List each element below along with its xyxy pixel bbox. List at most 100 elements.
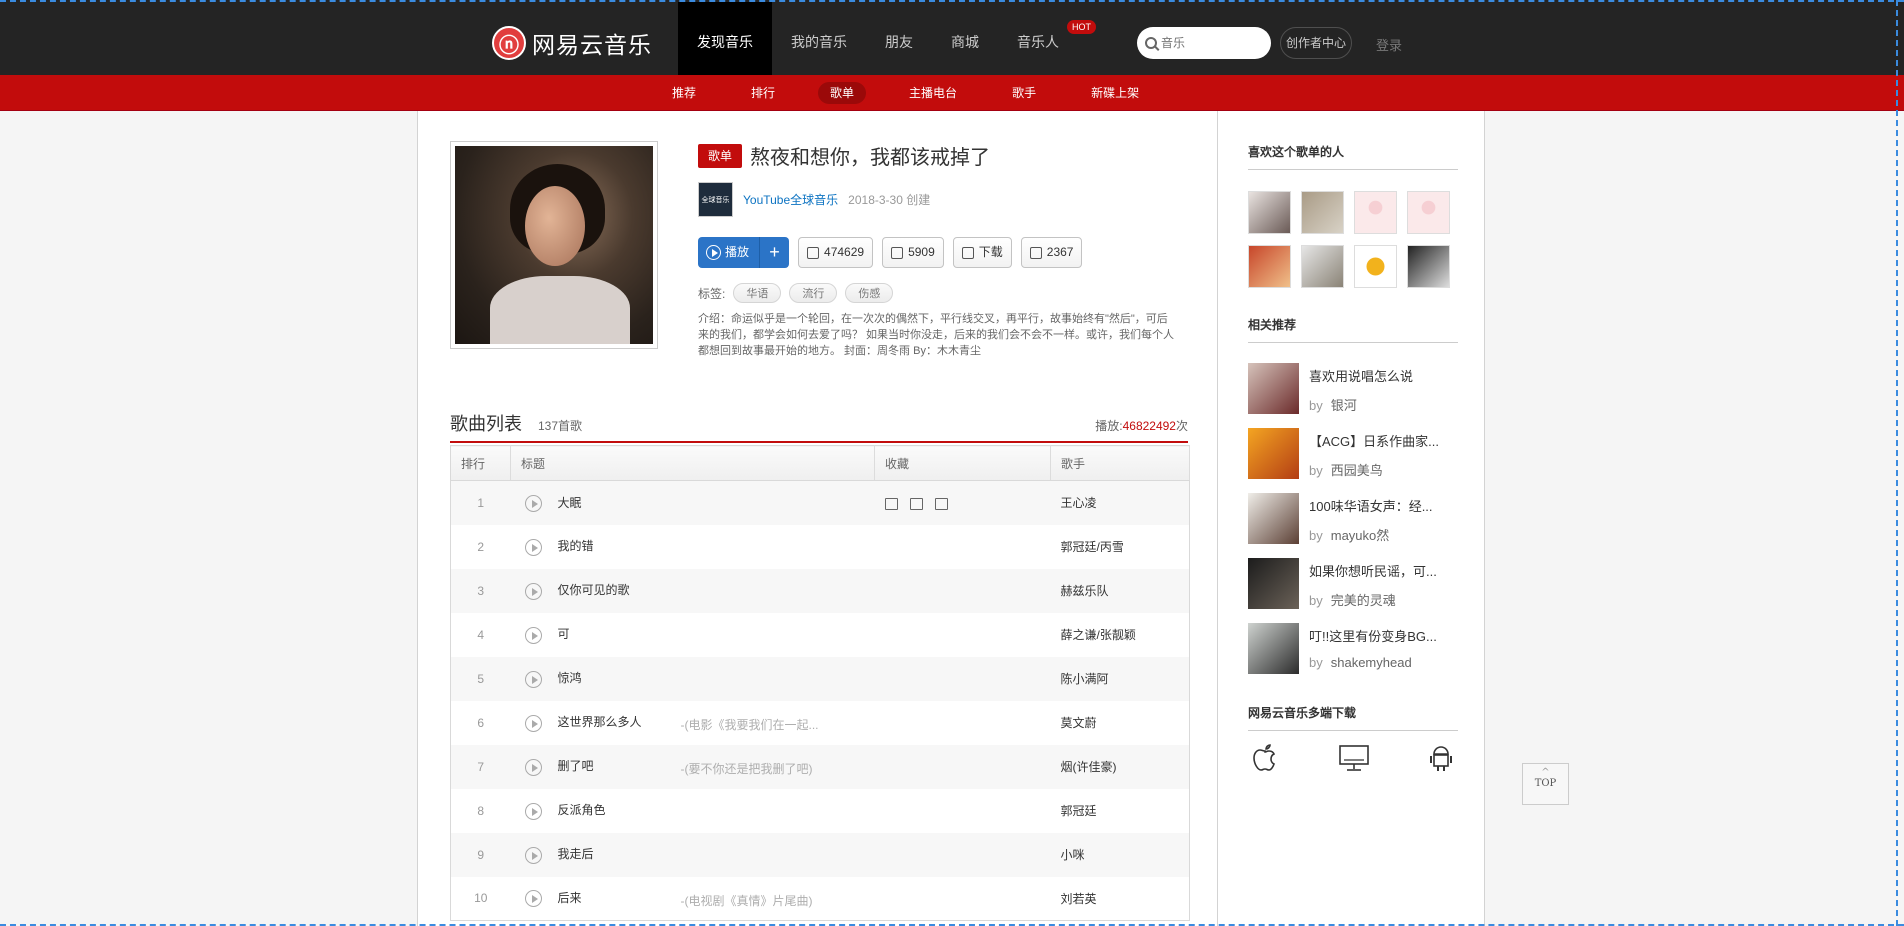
play-circle-icon[interactable]	[524, 670, 542, 688]
play-circle-icon[interactable]	[524, 890, 542, 908]
login-link[interactable]: 登录	[1376, 35, 1402, 54]
play-circle-icon[interactable]	[524, 758, 542, 776]
song-title[interactable]: 大眠	[558, 496, 582, 510]
song-artist[interactable]: 小咪	[1050, 832, 1190, 877]
related-author[interactable]: mayuko然	[1331, 528, 1390, 543]
nav-musician[interactable]: 音乐人 HOT	[998, 2, 1096, 77]
related-name[interactable]: 如果你想听民谣，可...	[1309, 561, 1449, 580]
related-cover[interactable]	[1248, 558, 1299, 609]
table-row[interactable]: 8 反派角色 郭冠廷	[450, 788, 1190, 833]
song-title[interactable]: 仅你可见的歌	[558, 583, 630, 597]
folder-add-icon[interactable]	[884, 497, 898, 510]
related-name[interactable]: 100味华语女声：经...	[1309, 496, 1449, 515]
song-title[interactable]: 惊鸿	[558, 671, 582, 685]
related-author[interactable]: shakemyhead	[1331, 655, 1412, 670]
nav-discover[interactable]: 发现音乐	[678, 2, 772, 77]
song-title[interactable]: 删了吧	[558, 759, 594, 773]
song-artist[interactable]: 郭冠廷/丙雪	[1050, 524, 1190, 569]
related-name[interactable]: 【ACG】日系作曲家...	[1309, 431, 1449, 450]
table-row[interactable]: 2 我的错 郭冠廷/丙雪	[450, 524, 1190, 569]
add-to-queue-button[interactable]: +	[759, 237, 790, 268]
liker-avatar[interactable]	[1407, 191, 1450, 234]
related-author[interactable]: 完美的灵魂	[1331, 593, 1396, 608]
creator-name-link[interactable]: YouTube全球音乐	[743, 191, 838, 208]
table-row[interactable]: 10 后来 -(电视剧《真情》片尾曲) 刘若英	[450, 876, 1190, 921]
song-title[interactable]: 这世界那么多人	[558, 715, 642, 729]
song-title[interactable]: 反派角色	[558, 803, 606, 817]
song-artist[interactable]: 王心凌	[1050, 480, 1190, 525]
nav-friends[interactable]: 朋友	[866, 2, 932, 77]
related-item[interactable]: 【ACG】日系作曲家... by 西园美鸟	[1248, 428, 1458, 479]
song-artist[interactable]: 莫文蔚	[1050, 700, 1190, 745]
song-title[interactable]: 后来	[558, 891, 582, 905]
related-author[interactable]: 西园美鸟	[1331, 463, 1383, 478]
table-row[interactable]: 3 仅你可见的歌 赫兹乐队	[450, 568, 1190, 613]
creator-center-button[interactable]: 创作者中心	[1280, 27, 1353, 59]
song-artist[interactable]: 烟(许佳豪)	[1050, 744, 1190, 789]
logo[interactable]: ⓝ 网易云音乐	[492, 26, 652, 60]
play-circle-icon[interactable]	[524, 538, 542, 556]
subnav-recommend[interactable]: 推荐	[660, 82, 708, 104]
tag-pop[interactable]: 流行	[789, 283, 838, 303]
table-row[interactable]: 5 惊鸿 陈小满阿	[450, 656, 1190, 701]
share-button[interactable]: 5909	[882, 237, 944, 268]
liker-avatar[interactable]	[1407, 245, 1450, 288]
related-author[interactable]: 银河	[1331, 398, 1357, 413]
related-item[interactable]: 如果你想听民谣，可... by 完美的灵魂	[1248, 558, 1458, 609]
comment-button[interactable]: 2367	[1020, 237, 1083, 268]
song-artist[interactable]: 刘若英	[1050, 876, 1190, 921]
subnav-radio[interactable]: 主播电台	[897, 82, 969, 104]
related-name[interactable]: 叮!!这里有份变身BG...	[1309, 626, 1449, 645]
table-row[interactable]: 6 这世界那么多人 -(电影《我要我们在一起... 莫文蔚	[450, 700, 1190, 745]
liker-avatar[interactable]	[1354, 191, 1397, 234]
song-artist[interactable]: 赫兹乐队	[1050, 568, 1190, 613]
table-row[interactable]: 7 删了吧 -(要不你还是把我删了吧) 烟(许佳豪)	[450, 744, 1190, 789]
play-circle-icon[interactable]	[524, 802, 542, 820]
liker-avatar[interactable]	[1248, 245, 1291, 288]
play-circle-icon[interactable]	[524, 626, 542, 644]
download-icon[interactable]	[934, 497, 948, 510]
related-item[interactable]: 叮!!这里有份变身BG... by shakemyhead	[1248, 623, 1458, 674]
table-row[interactable]: 1 大眠 王心凌	[450, 480, 1190, 525]
search-box[interactable]	[1137, 27, 1271, 59]
subnav-artist[interactable]: 歌手	[1000, 82, 1048, 104]
apple-icon[interactable]	[1250, 743, 1280, 773]
related-item[interactable]: 喜欢用说唱怎么说 by 银河	[1248, 363, 1458, 414]
search-input[interactable]	[1161, 36, 1261, 50]
play-circle-icon[interactable]	[524, 494, 542, 512]
play-circle-icon[interactable]	[524, 714, 542, 732]
play-button[interactable]: 播放	[698, 237, 760, 268]
related-cover[interactable]	[1248, 363, 1299, 414]
related-name[interactable]: 喜欢用说唱怎么说	[1309, 366, 1449, 385]
table-row[interactable]: 9 我走后 小咪	[450, 832, 1190, 877]
related-item[interactable]: 100味华语女声：经... by mayuko然	[1248, 493, 1458, 544]
play-circle-icon[interactable]	[524, 846, 542, 864]
related-cover[interactable]	[1248, 493, 1299, 544]
liker-avatar[interactable]	[1354, 245, 1397, 288]
liker-avatar[interactable]	[1301, 245, 1344, 288]
song-artist[interactable]: 薛之谦/张靓颖	[1050, 612, 1190, 657]
song-artist[interactable]: 郭冠廷	[1050, 788, 1190, 833]
nav-my-music[interactable]: 我的音乐	[772, 2, 866, 77]
tag-chinese[interactable]: 华语	[733, 283, 782, 303]
download-button[interactable]: 下载	[952, 237, 1012, 268]
liker-avatar[interactable]	[1248, 191, 1291, 234]
play-circle-icon[interactable]	[524, 582, 542, 600]
song-title[interactable]: 可	[558, 627, 570, 641]
creator-avatar[interactable]: 全球音乐	[698, 182, 733, 217]
related-cover[interactable]	[1248, 623, 1299, 674]
android-icon[interactable]	[1426, 743, 1456, 773]
subnav-rank[interactable]: 排行	[739, 82, 787, 104]
back-to-top-button[interactable]: ^ TOP	[1522, 763, 1569, 805]
related-cover[interactable]	[1248, 428, 1299, 479]
nav-mall[interactable]: 商城	[932, 2, 998, 77]
tag-sad[interactable]: 伤感	[845, 283, 894, 303]
table-row[interactable]: 4 可 薛之谦/张靓颖	[450, 612, 1190, 657]
song-title[interactable]: 我的错	[558, 539, 594, 553]
subnav-playlist[interactable]: 歌单	[818, 82, 867, 104]
subnav-new-album[interactable]: 新碟上架	[1079, 82, 1151, 104]
song-artist[interactable]: 陈小满阿	[1050, 656, 1190, 701]
song-title[interactable]: 我走后	[558, 847, 594, 861]
share-icon[interactable]	[909, 497, 923, 510]
desktop-icon[interactable]	[1338, 743, 1369, 773]
